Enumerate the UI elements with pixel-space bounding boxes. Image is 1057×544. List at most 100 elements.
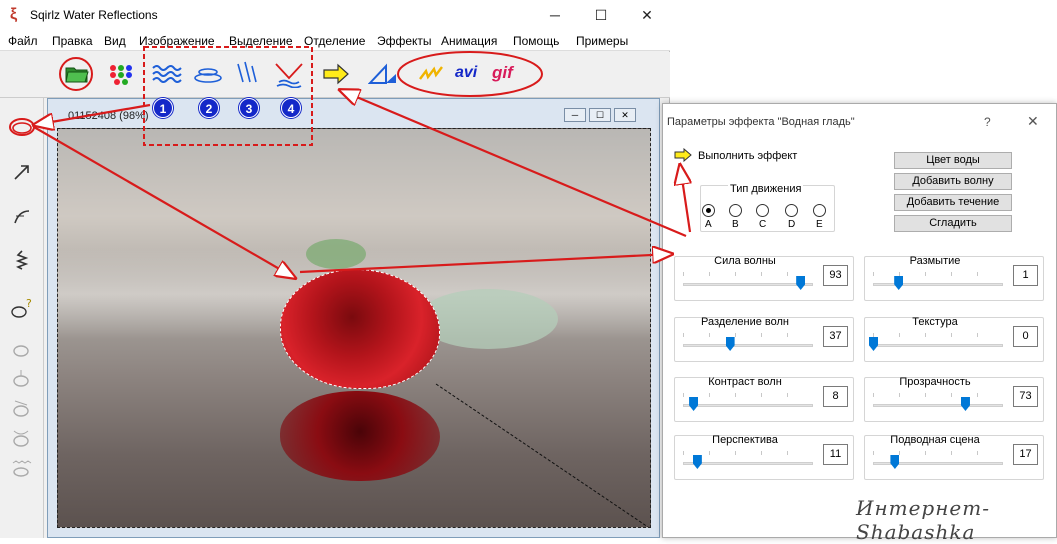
perspective-triangle-icon[interactable] bbox=[366, 57, 400, 91]
slider-thumb[interactable] bbox=[894, 276, 904, 290]
app-title: Sqirlz Water Reflections bbox=[30, 8, 158, 22]
slider-thumb[interactable] bbox=[890, 455, 900, 469]
menu-edit[interactable]: Правка bbox=[52, 34, 93, 48]
slider-track[interactable] bbox=[683, 462, 813, 465]
add-wave-button[interactable]: Добавить волну bbox=[894, 173, 1012, 190]
slider-value-field[interactable]: 0 bbox=[1013, 326, 1038, 347]
slider-label: Подводная сцена bbox=[890, 434, 980, 446]
shape-help-icon[interactable]: ? bbox=[8, 294, 36, 322]
slider-track[interactable] bbox=[683, 344, 813, 347]
ripple-effect-icon[interactable] bbox=[191, 57, 225, 91]
run-effect-icon[interactable] bbox=[674, 148, 692, 162]
lightning-anim-icon[interactable] bbox=[414, 57, 448, 91]
menu-selection[interactable]: Выделение bbox=[229, 34, 293, 48]
slider-value-field[interactable]: 1 bbox=[1013, 265, 1038, 286]
shape-tool-1-icon[interactable] bbox=[8, 334, 36, 362]
background-strip bbox=[670, 0, 1057, 100]
menu-separation[interactable]: Отделение bbox=[304, 34, 365, 48]
badge-2: 2 bbox=[199, 98, 219, 118]
shape-tool-2-icon[interactable] bbox=[8, 364, 36, 392]
slider-track[interactable] bbox=[873, 283, 1003, 286]
water-color-button[interactable]: Цвет воды bbox=[894, 152, 1012, 169]
slider-label: Контраст волн bbox=[708, 376, 782, 388]
slider-thumb[interactable] bbox=[725, 337, 735, 351]
avi-button[interactable]: avi bbox=[455, 64, 477, 82]
menu-examples[interactable]: Примеры bbox=[576, 34, 628, 48]
menu-file[interactable]: Файл bbox=[8, 34, 38, 48]
curve-tool-icon[interactable] bbox=[8, 202, 36, 230]
slider-track[interactable] bbox=[683, 283, 813, 286]
shape-tool-3-icon[interactable] bbox=[8, 394, 36, 422]
smooth-button[interactable]: Сгладить bbox=[894, 215, 1012, 232]
slider-label: Текстура bbox=[912, 316, 958, 328]
slider-track[interactable] bbox=[683, 404, 813, 407]
slider-thumb[interactable] bbox=[796, 276, 806, 290]
motion-radio-e[interactable] bbox=[813, 204, 826, 217]
slider-value-field[interactable]: 8 bbox=[823, 386, 848, 407]
slider-label: Разделение волн bbox=[701, 316, 789, 328]
slider-value-field[interactable]: 73 bbox=[1013, 386, 1038, 407]
squirrel-icon: ξ bbox=[10, 6, 18, 23]
motion-radio-a[interactable] bbox=[702, 204, 715, 217]
slider-wave-contrast: Контраст волн 8 bbox=[674, 376, 854, 422]
slider-texture: Текстура 0 bbox=[864, 316, 1044, 362]
open-folder-icon[interactable] bbox=[60, 57, 94, 91]
slider-transparency: Прозрачность 73 bbox=[864, 376, 1044, 422]
motion-radio-b[interactable] bbox=[729, 204, 742, 217]
svg-text:?: ? bbox=[26, 297, 32, 310]
minimize-button[interactable]: ─ bbox=[532, 0, 578, 31]
rain-effect-icon[interactable] bbox=[231, 57, 265, 91]
close-button[interactable]: ✕ bbox=[624, 0, 670, 31]
selection-diagonal bbox=[435, 383, 649, 527]
gif-button[interactable]: gif bbox=[492, 63, 513, 83]
run-effect-link[interactable]: Выполнить эффект bbox=[698, 150, 797, 162]
image-maximize-button[interactable]: ☐ bbox=[589, 108, 611, 122]
dialog-help-button[interactable]: ? bbox=[984, 115, 991, 129]
title-bar: ξ Sqirlz Water Reflections ─ ☐ ✕ bbox=[0, 0, 670, 31]
ellipse-select-icon[interactable] bbox=[8, 114, 36, 142]
motion-label-d: D bbox=[788, 219, 796, 230]
toolbar: avi gif bbox=[0, 52, 670, 98]
maximize-button[interactable]: ☐ bbox=[578, 0, 624, 31]
slider-label: Перспектива bbox=[712, 434, 778, 446]
waves-effect-icon[interactable] bbox=[150, 57, 184, 91]
add-current-button[interactable]: Добавить течение bbox=[894, 194, 1012, 211]
rose-photo[interactable] bbox=[57, 128, 651, 528]
menu-effects[interactable]: Эффекты bbox=[377, 34, 432, 48]
run-arrow-icon[interactable] bbox=[319, 57, 353, 91]
image-minimize-button[interactable]: ─ bbox=[564, 108, 586, 122]
slider-label: Размытие bbox=[909, 255, 961, 267]
slider-value-field[interactable]: 37 bbox=[823, 326, 848, 347]
menu-image[interactable]: Изображение bbox=[139, 34, 215, 48]
badge-4: 4 bbox=[281, 98, 301, 118]
slider-label: Сила волны bbox=[714, 255, 776, 267]
arrow-tool-icon[interactable] bbox=[8, 158, 36, 186]
dialog-close-button[interactable]: ✕ bbox=[1027, 113, 1039, 130]
slider-thumb[interactable] bbox=[689, 397, 699, 411]
slider-track[interactable] bbox=[873, 404, 1003, 407]
shape-tool-4-icon[interactable] bbox=[8, 424, 36, 452]
slider-value-field[interactable]: 11 bbox=[823, 444, 848, 465]
motion-radio-d[interactable] bbox=[785, 204, 798, 217]
zigzag-tool-icon[interactable] bbox=[8, 246, 36, 274]
motion-label-c: C bbox=[759, 219, 767, 230]
slider-perspective: Перспектива 11 bbox=[674, 434, 854, 480]
slider-wave-strength: Сила волны 93 bbox=[674, 255, 854, 301]
menu-help[interactable]: Помощь bbox=[513, 34, 559, 48]
slider-track[interactable] bbox=[873, 344, 1003, 347]
dialog-title: Параметры эффекта "Водная гладь" bbox=[667, 116, 855, 128]
menu-animation[interactable]: Анимация bbox=[441, 34, 497, 48]
slider-thumb[interactable] bbox=[692, 455, 702, 469]
menu-view[interactable]: Вид bbox=[104, 34, 126, 48]
slider-thumb[interactable] bbox=[960, 397, 970, 411]
slider-value-field[interactable]: 93 bbox=[823, 265, 848, 286]
slider-thumb[interactable] bbox=[869, 337, 878, 351]
slider-value-field[interactable]: 17 bbox=[1013, 444, 1038, 465]
image-close-button[interactable]: ✕ bbox=[614, 108, 636, 122]
dots-palette-icon[interactable] bbox=[104, 57, 138, 91]
badge-3: 3 bbox=[239, 98, 259, 118]
flow-effect-icon[interactable] bbox=[272, 57, 306, 91]
left-toolbar: ? bbox=[0, 98, 44, 538]
motion-radio-c[interactable] bbox=[756, 204, 769, 217]
shape-tool-5-icon[interactable] bbox=[8, 454, 36, 482]
